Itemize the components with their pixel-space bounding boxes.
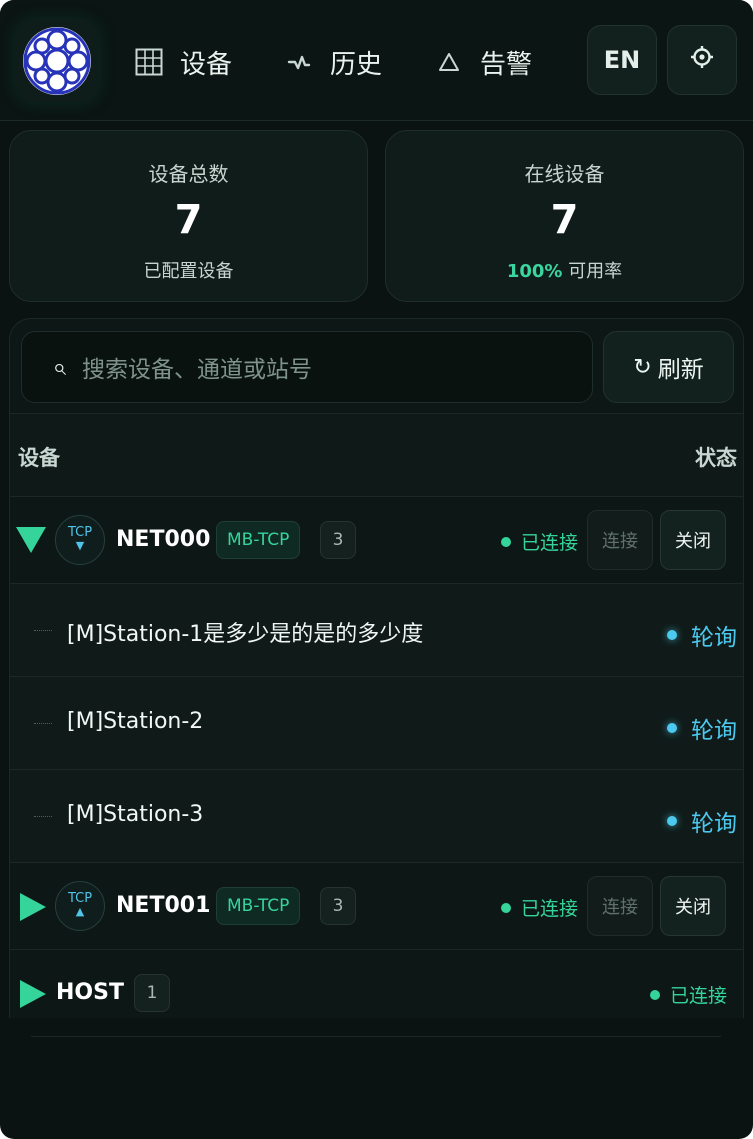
- tree-branch: [34, 816, 52, 817]
- column-device: 设备: [18, 446, 60, 470]
- protocol-badge: MB-TCP: [216, 887, 301, 925]
- device-row[interactable]: HOST 1 已连接: [10, 950, 743, 1018]
- station-count-badge: 3: [320, 521, 356, 559]
- logo-icon: [23, 27, 91, 95]
- warning-icon: [434, 47, 464, 77]
- station-name: [M]Station-1是多少是的是的多少度: [67, 622, 424, 647]
- station-name: [M]Station-3: [67, 802, 204, 827]
- tcp-icon: TCP ▲: [55, 881, 105, 931]
- close-button[interactable]: 关闭: [660, 510, 726, 570]
- app-logo[interactable]: [16, 20, 98, 102]
- station-count-badge: 1: [134, 974, 170, 1012]
- status-dot: [501, 902, 511, 913]
- tcp-icon: TCP ▼: [55, 515, 105, 565]
- column-status: 状态: [695, 446, 737, 470]
- availability-line: 100% 可用率: [386, 257, 743, 283]
- station-row[interactable]: [M]Station-3 轮询: [10, 770, 743, 863]
- total-devices-card: 设备总数 7 已配置设备: [9, 130, 368, 302]
- connection-status: 已连接: [501, 894, 578, 921]
- status-dot: [667, 816, 677, 826]
- search-icon: ⌕: [52, 353, 66, 381]
- status-dot: [667, 630, 677, 640]
- device-name: NET000: [116, 527, 211, 552]
- nav-devices-label: 设备: [180, 49, 233, 80]
- online-devices-value: 7: [550, 197, 579, 243]
- nav-alarms-label: 告警: [480, 49, 533, 80]
- refresh-label: 刷新: [657, 357, 704, 383]
- expand-icon[interactable]: [20, 893, 46, 921]
- station-row[interactable]: [M]Station-1是多少是的是的多少度 轮询: [10, 584, 743, 677]
- connect-button[interactable]: 连接: [587, 510, 653, 570]
- grid-icon: [134, 47, 164, 77]
- card-title: 在线设备: [524, 162, 605, 186]
- settings-button[interactable]: [667, 25, 737, 95]
- polling-status: 轮询: [667, 711, 737, 745]
- expand-icon[interactable]: [20, 980, 46, 1008]
- polling-status: 轮询: [667, 618, 737, 652]
- tree-branch: [34, 723, 52, 724]
- app-window: 设备 历史 告警 EN 设备总数 7 已配置设备 在线设备 7 100% 可用率…: [0, 0, 753, 1139]
- device-row[interactable]: TCP ▼ NET000 MB-TCP 3 已连接 连接 关闭: [10, 497, 743, 584]
- language-button[interactable]: EN: [587, 25, 657, 95]
- tree-branch: [34, 630, 52, 631]
- card-subtitle: 已配置设备: [143, 261, 234, 282]
- device-name: HOST: [56, 980, 124, 1005]
- availability-label: 可用率: [568, 261, 623, 282]
- device-panel: ⌕ 搜索设备、通道或站号 ↻ 刷新 设备 状态 TCP ▼ NET000 MB-…: [9, 318, 744, 1018]
- status-dot: [667, 723, 677, 733]
- close-button[interactable]: 关闭: [660, 876, 726, 936]
- connection-status: 已连接: [501, 528, 578, 555]
- status-dot: [650, 989, 660, 1000]
- station-count-badge: 3: [320, 887, 356, 925]
- nav-alarms[interactable]: 告警: [434, 40, 532, 84]
- nav-history-label: 历史: [330, 49, 383, 80]
- nav-history[interactable]: 历史: [284, 40, 382, 84]
- total-devices-value: 7: [174, 197, 203, 243]
- availability-rate: 100%: [506, 261, 563, 282]
- online-devices-card: 在线设备 7 100% 可用率: [385, 130, 744, 302]
- table-header: 设备 状态: [10, 413, 743, 497]
- protocol-badge: MB-TCP: [216, 521, 301, 559]
- status-dot: [501, 536, 511, 547]
- card-title: 设备总数: [148, 162, 229, 186]
- activity-icon: [284, 47, 314, 77]
- top-bar: 设备 历史 告警 EN: [0, 0, 753, 121]
- collapse-icon[interactable]: [16, 527, 46, 553]
- connect-button[interactable]: 连接: [587, 876, 653, 936]
- station-row[interactable]: [M]Station-2 轮询: [10, 677, 743, 770]
- connection-status: 已连接: [650, 981, 727, 1008]
- gear-icon: [689, 44, 715, 76]
- search-placeholder: 搜索设备、通道或站号: [82, 357, 312, 383]
- divider: [31, 1036, 721, 1037]
- device-row[interactable]: TCP ▲ NET001 MB-TCP 3 已连接 连接 关闭: [10, 863, 743, 950]
- search-input[interactable]: ⌕ 搜索设备、通道或站号: [21, 331, 593, 403]
- device-name: NET001: [116, 893, 211, 918]
- refresh-icon: ↻: [633, 354, 652, 380]
- nav-devices[interactable]: 设备: [134, 40, 232, 84]
- refresh-button[interactable]: ↻ 刷新: [603, 331, 734, 403]
- polling-status: 轮询: [667, 804, 737, 838]
- station-name: [M]Station-2: [67, 709, 204, 734]
